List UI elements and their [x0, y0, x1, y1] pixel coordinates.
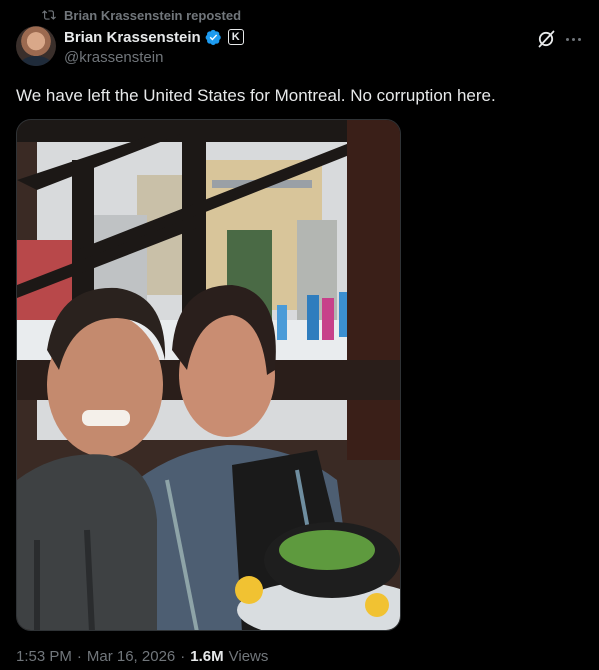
author-handle[interactable]: @krassenstein: [64, 49, 244, 66]
tweet-text: We have left the United States for Montr…: [16, 86, 496, 105]
repost-label: Brian Krassenstein reposted: [64, 7, 242, 23]
selfie-photo-image: [17, 120, 400, 630]
affiliation-badge-icon[interactable]: K: [227, 29, 244, 45]
meta-separator: ·: [76, 648, 82, 665]
more-options-icon[interactable]: [562, 29, 584, 49]
avatar[interactable]: [16, 26, 56, 66]
tweet-meta: 1:53 PM · Mar 16, 2026 · 1.6M Views: [16, 648, 268, 665]
author-block: Brian Krassenstein K @krassenstein: [64, 27, 244, 66]
views-label: Views: [228, 648, 269, 665]
author-display-name[interactable]: Brian Krassenstein: [64, 29, 201, 46]
verified-badge-icon: [205, 29, 221, 45]
meta-separator-2: ·: [180, 648, 186, 665]
repost-indicator[interactable]: Brian Krassenstein reposted: [42, 5, 241, 25]
views-count: 1.6M: [190, 648, 224, 665]
tweet-time[interactable]: 1:53 PM: [16, 648, 72, 665]
tweet-date[interactable]: Mar 16, 2026: [87, 648, 175, 665]
grok-icon[interactable]: [536, 29, 556, 49]
tweet-photo[interactable]: [16, 119, 401, 631]
repost-icon: [42, 10, 56, 20]
